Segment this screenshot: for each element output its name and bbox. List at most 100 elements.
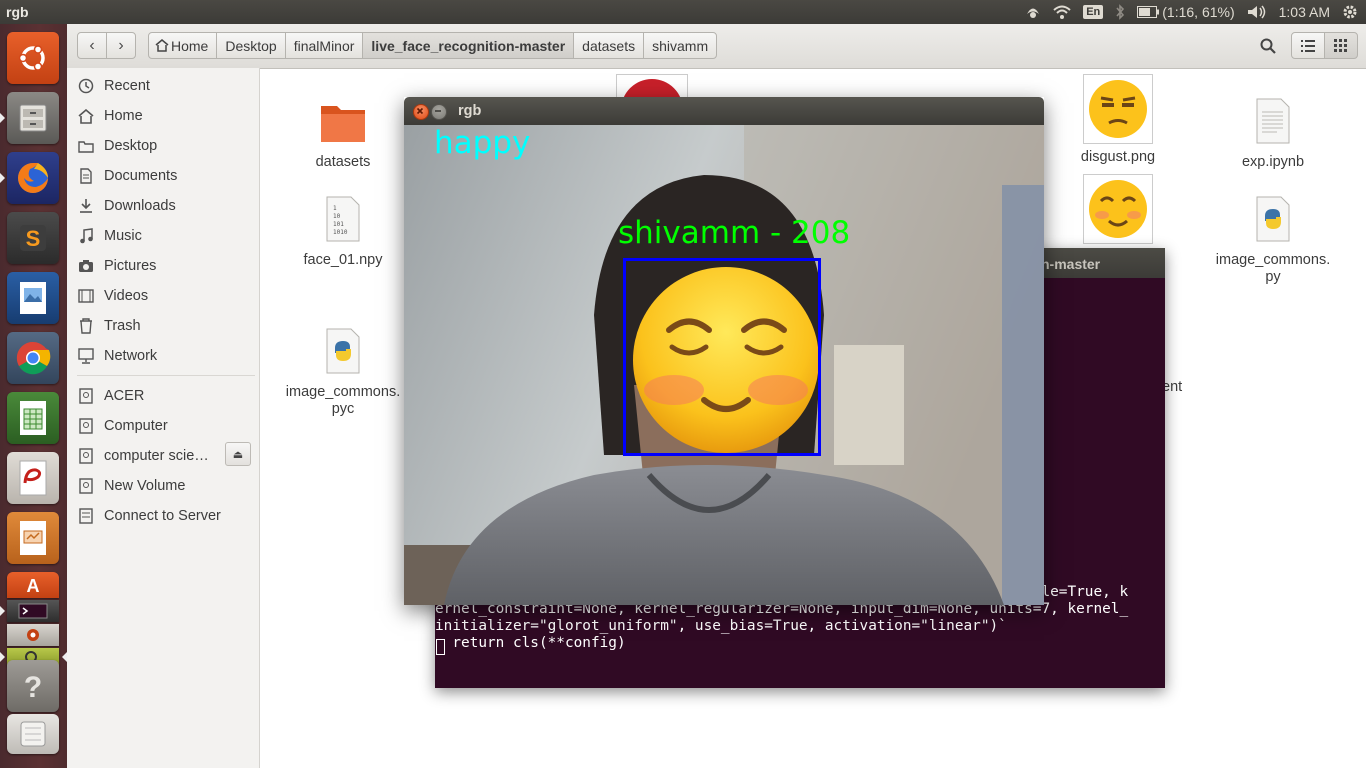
file-item-disgust-png[interactable]: disgust.png [1048, 74, 1188, 166]
file-item-face-npy[interactable]: 1 10 101 1010 face_01.npy [273, 196, 413, 269]
camera-icon [77, 257, 95, 275]
sidebar-item-home[interactable]: Home [77, 103, 255, 129]
image-viewer-icon [20, 282, 46, 314]
file-item-partial-red[interactable] [582, 74, 722, 99]
sidebar-item-pictures[interactable]: Pictures [77, 253, 255, 279]
sidebar-item-label: Computer [104, 418, 168, 434]
svg-text:10: 10 [333, 213, 341, 220]
spreadsheet-icon [20, 401, 46, 435]
firefox-launcher-item[interactable] [7, 152, 59, 204]
software-center-launcher-item[interactable]: A [7, 572, 59, 598]
system-tray: En (1:16, 61%) 1:03 AM [1025, 0, 1358, 24]
firefox-icon [18, 163, 48, 193]
sublime-launcher-item[interactable]: S [7, 212, 59, 264]
home-icon [77, 107, 95, 125]
sidebar-item-documents[interactable]: Documents [77, 163, 255, 189]
sidebar-item-downloads[interactable]: Downloads [77, 193, 255, 219]
sidebar-item-new-volume[interactable]: New Volume [77, 473, 255, 499]
active-app-title: rgb [6, 4, 29, 20]
breadcrumb-finalminor[interactable]: finalMinor [284, 32, 364, 59]
terminal-icon [18, 603, 48, 619]
terminal-launcher-item[interactable] [7, 600, 59, 622]
volume-icon[interactable] [1247, 5, 1267, 19]
terminal-cursor [436, 639, 445, 655]
file-item-image-commons-py[interactable]: image_commons. py [1203, 196, 1343, 286]
pdf-viewer-icon [19, 460, 47, 496]
folder-icon [321, 106, 365, 142]
settings-gear-icon[interactable] [1342, 4, 1358, 20]
minimize-button[interactable] [431, 104, 447, 120]
close-button[interactable] [413, 104, 429, 120]
breadcrumb-live-face-recognition[interactable]: live_face_recognition-master [362, 32, 575, 59]
grid-view-button[interactable] [1324, 32, 1358, 59]
sidebar-item-label: Videos [104, 288, 149, 304]
unity-launcher: S A ? [0, 24, 67, 768]
document-viewer-launcher-item[interactable] [7, 452, 59, 504]
emotion-label: happy [434, 125, 531, 161]
dropbox-icon[interactable] [1025, 5, 1041, 19]
close-icon [416, 107, 424, 115]
breadcrumb-desktop[interactable]: Desktop [216, 32, 286, 59]
trash-icon [20, 721, 46, 747]
rgb-window-title: rgb [458, 103, 482, 119]
help-launcher-item[interactable]: ? [7, 660, 59, 712]
battery-indicator[interactable]: (1:16, 61%) [1137, 4, 1235, 20]
drive-icon [77, 417, 95, 435]
ubuntu-dash-button[interactable] [7, 32, 59, 84]
search-icon [1260, 38, 1276, 54]
angry-emoji-icon [621, 79, 683, 99]
file-label: disgust.png [1080, 149, 1156, 165]
wifi-icon[interactable] [1053, 5, 1071, 19]
rgb-camera-window[interactable]: rgb happy shivamm - 208 [404, 97, 1044, 605]
breadcrumb: Home Desktop finalMinor live_face_recogn… [148, 32, 718, 59]
grid-view-icon [1334, 38, 1347, 52]
sidebar-item-acer[interactable]: ACER [77, 383, 255, 409]
breadcrumb-shivamm[interactable]: shivamm [643, 32, 718, 59]
python-file-icon [326, 328, 360, 374]
clock[interactable]: 1:03 AM [1279, 4, 1330, 20]
document-icon [77, 167, 95, 185]
sidebar-item-desktop[interactable]: Desktop [77, 133, 255, 159]
list-view-button[interactable] [1291, 32, 1325, 59]
sidebar-item-label: Documents [104, 168, 178, 184]
eject-button[interactable]: ⏏ [225, 442, 251, 466]
sidebar-item-label: Connect to Server [104, 508, 221, 524]
sidebar-item-network[interactable]: Network [77, 343, 255, 369]
list-view-icon [1301, 39, 1315, 52]
bluetooth-icon[interactable] [1115, 4, 1125, 20]
forward-button[interactable]: › [106, 32, 136, 59]
svg-text:?: ? [24, 671, 42, 704]
impress-launcher-item[interactable] [7, 512, 59, 564]
sidebar-item-connect-to-server[interactable]: Connect to Server [77, 503, 255, 529]
trash-launcher-item[interactable] [7, 714, 59, 754]
breadcrumb-label: live_face_recognition-master [371, 37, 566, 54]
calc-launcher-item[interactable] [7, 392, 59, 444]
sidebar-item-label: Recent [104, 78, 150, 94]
back-button[interactable]: ‹ [77, 32, 107, 59]
sidebar-item-videos[interactable]: Videos [77, 283, 255, 309]
svg-text:1010: 1010 [333, 229, 348, 236]
sidebar-item-computer[interactable]: Computer [77, 413, 255, 439]
sidebar-item-trash[interactable]: Trash [77, 313, 255, 339]
file-item-exp-ipynb[interactable]: exp.ipynb [1203, 98, 1343, 171]
rgb-window-title-bar[interactable]: rgb [404, 97, 1044, 125]
files-launcher-item[interactable] [7, 92, 59, 144]
places-sidebar: Recent Home Desktop Documents Downloads … [67, 68, 260, 768]
file-label: face_01.npy [303, 252, 383, 268]
ubuntu-logo-icon [18, 45, 45, 71]
file-item-happy-png[interactable] [1048, 174, 1188, 244]
breadcrumb-datasets[interactable]: datasets [573, 32, 645, 59]
sidebar-item-music[interactable]: Music [77, 223, 255, 249]
minimize-icon [435, 110, 441, 112]
chrome-launcher-item[interactable] [7, 332, 59, 384]
terminal-line: return cls(**config) [435, 635, 626, 651]
image-viewer-launcher-item[interactable] [7, 272, 59, 324]
breadcrumb-home[interactable]: Home [148, 32, 218, 59]
music-icon [77, 227, 95, 245]
settings-launcher-item[interactable] [7, 624, 59, 646]
search-button[interactable] [1251, 32, 1285, 59]
file-item-image-commons-pyc[interactable]: image_commons. pyc [273, 328, 413, 418]
file-item-datasets[interactable]: datasets [273, 100, 413, 171]
language-indicator[interactable]: En [1083, 5, 1104, 19]
sidebar-item-recent[interactable]: Recent [77, 73, 255, 99]
